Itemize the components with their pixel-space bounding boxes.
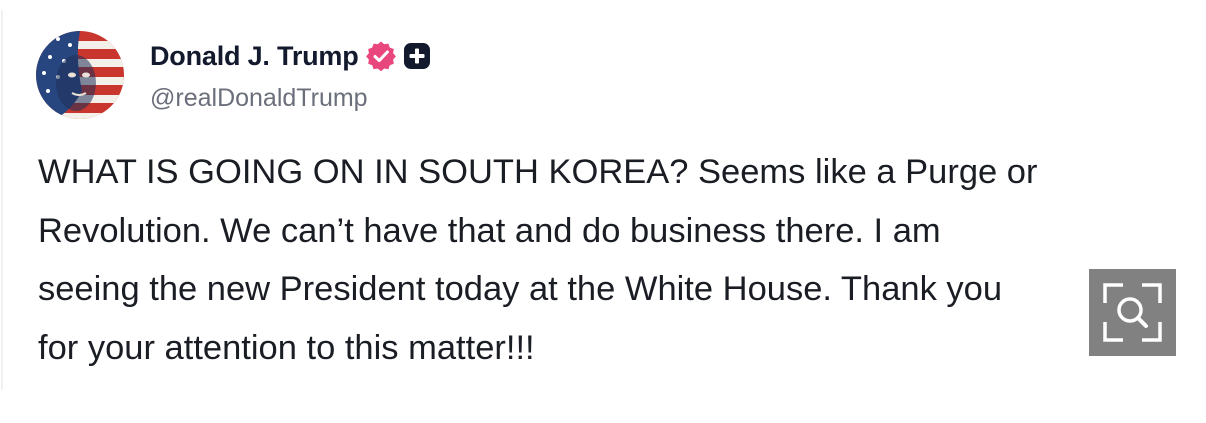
author-handle[interactable]: @realDonaldTrump <box>150 84 368 113</box>
author-name-row: Donald J. Trump <box>150 38 431 74</box>
plus-badge-icon <box>403 42 431 70</box>
author-display-name[interactable]: Donald J. Trump <box>150 41 359 72</box>
post-body-line: WHAT IS GOING ON IN SOUTH KOREA? Seems l… <box>38 153 1038 191</box>
card-border <box>1 10 3 390</box>
zoom-image-button[interactable] <box>1089 269 1176 356</box>
verified-badge-icon <box>365 40 397 72</box>
post-body-line: Revolution. We can’t have that and do bu… <box>38 211 941 250</box>
post-body-line: seeing the new President today at the Wh… <box>38 270 1003 308</box>
flag-portrait-avatar-icon <box>36 31 124 119</box>
avatar[interactable] <box>36 31 124 119</box>
post-body-line: for your attention to this matter!!! <box>38 328 535 367</box>
post-body: WHAT IS GOING ON IN SOUTH KOREA? Seems l… <box>38 143 1168 377</box>
social-post-card: Donald J. Trump @realDonaldTrump WHAT IS… <box>0 0 1206 423</box>
zoom-magnifier-icon <box>1103 283 1162 342</box>
